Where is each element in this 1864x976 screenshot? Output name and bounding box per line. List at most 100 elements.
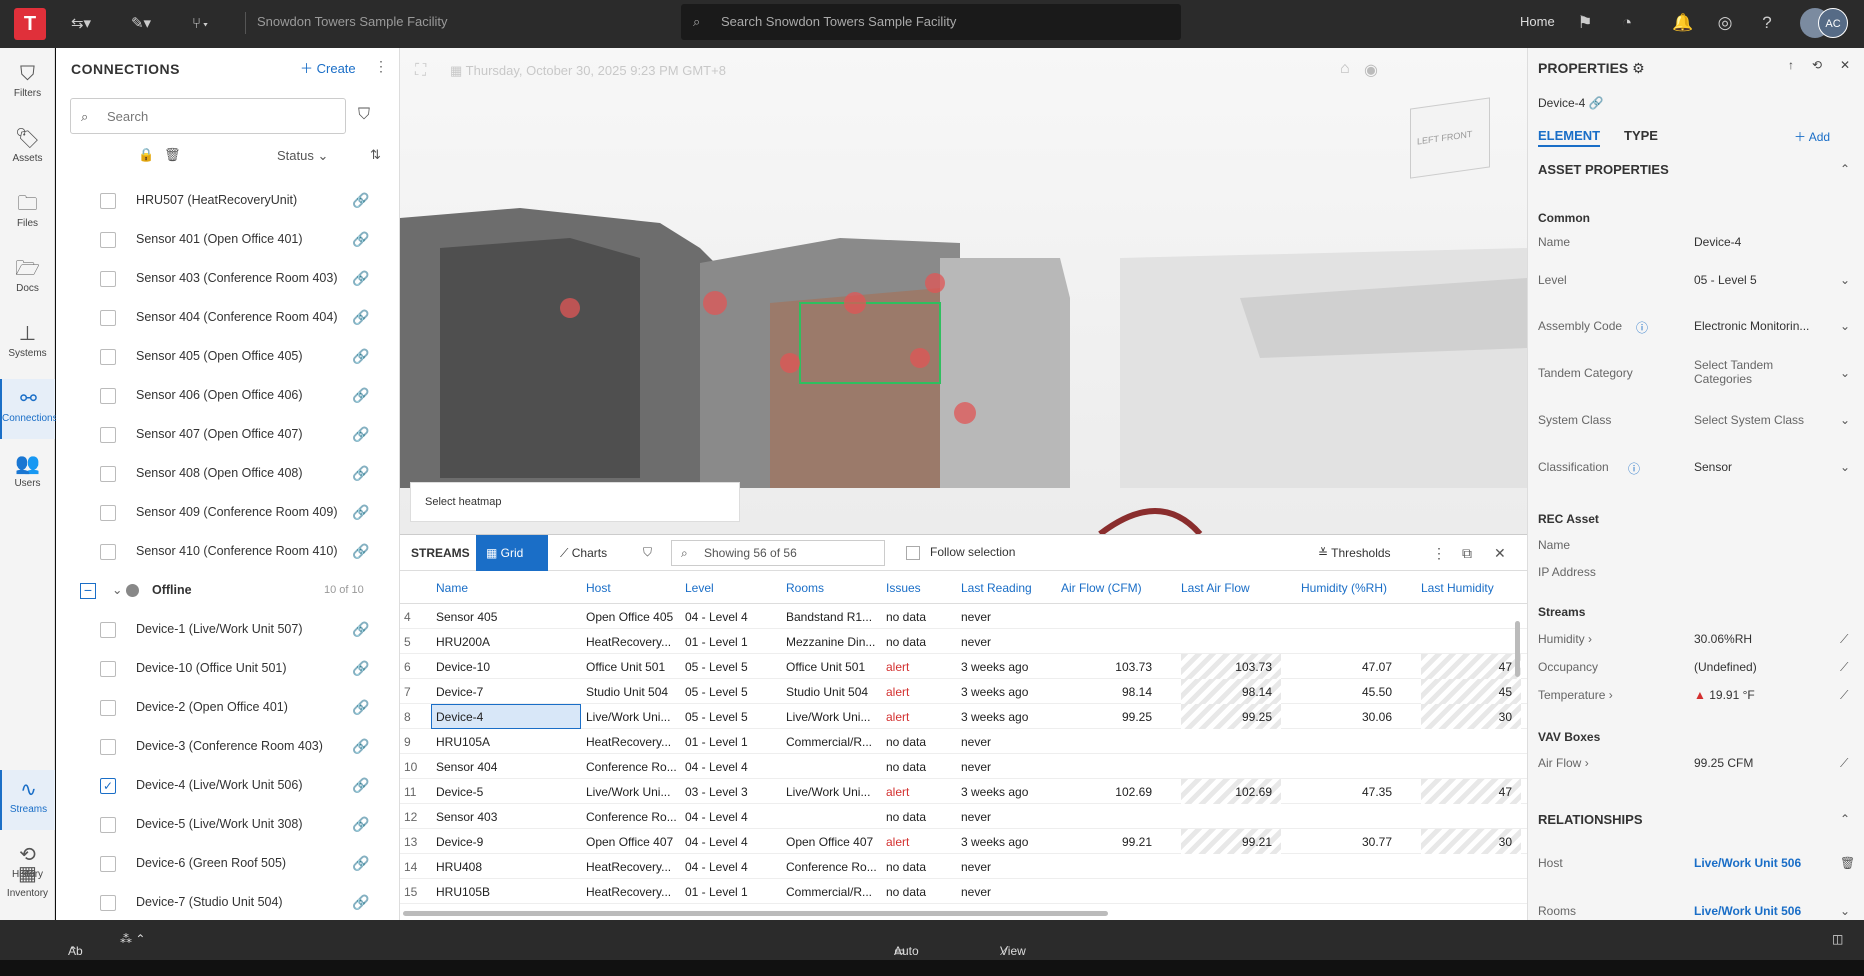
table-row[interactable]: 12 Sensor 403 Conference Ro... 04 - Level 4…	[400, 804, 1527, 829]
notification-icon[interactable]: 🔔	[1670, 10, 1696, 36]
history-icon[interactable]: ⟲	[1812, 58, 1822, 72]
link-icon[interactable]: 🔗	[352, 181, 369, 220]
table-row[interactable]: 11 Device-5 Live/Work Uni... 03 - Level 3 Li…	[400, 779, 1527, 804]
grid-tab[interactable]: ▦ Grid	[476, 535, 548, 571]
tab-element[interactable]: ELEMENT	[1538, 128, 1601, 147]
col-issues[interactable]: Issues	[886, 581, 921, 595]
info-icon[interactable]: ⓘ	[1628, 460, 1640, 477]
table-row[interactable]: 13 Device-9 Open Office 407 04 - Level 4 Ope…	[400, 829, 1527, 854]
tandem-category-value[interactable]: Select Tandem Categories	[1694, 358, 1824, 386]
chart-icon[interactable]: ⟋	[1840, 660, 1848, 675]
checkbox[interactable]	[100, 622, 116, 638]
list-item[interactable]: Sensor 403 (Conference Room 403) 🔗	[56, 259, 386, 298]
col-last-air-flow[interactable]: Last Air Flow	[1181, 581, 1250, 595]
status-dropdown[interactable]: Status ⌄	[277, 148, 328, 164]
nav-docs[interactable]: 🗁 Docs	[0, 249, 55, 309]
checkbox[interactable]	[100, 856, 116, 872]
charts-tab[interactable]: ⟋ Charts	[560, 546, 607, 561]
checkbox[interactable]	[100, 232, 116, 248]
host-link[interactable]: Live/Work Unit 506	[1694, 856, 1801, 870]
col-air-flow[interactable]: Air Flow (CFM)	[1061, 581, 1142, 595]
checkbox[interactable]	[906, 545, 920, 560]
checkbox[interactable]	[100, 505, 116, 521]
markup-tool-icon[interactable]: ✎▾	[124, 12, 158, 36]
tab-type[interactable]: TYPE	[1624, 128, 1658, 143]
checkbox[interactable]	[100, 661, 116, 677]
chevron-down-icon[interactable]: ⌄	[1840, 366, 1850, 380]
checkbox[interactable]	[100, 388, 116, 404]
col-level[interactable]: Level	[685, 581, 714, 595]
help-icon[interactable]: ?	[1754, 10, 1780, 36]
chart-icon[interactable]: ⟋	[1840, 632, 1848, 647]
close-icon[interactable]: ✕	[1840, 58, 1850, 72]
checkbox[interactable]	[100, 544, 116, 560]
list-item[interactable]: ✓ Device-4 (Live/Work Unit 506) 🔗	[56, 766, 386, 805]
col-last-humidity[interactable]: Last Humidity	[1421, 581, 1494, 595]
checkbox[interactable]	[100, 193, 116, 209]
view-cube[interactable]: LEFT FRONT	[1410, 97, 1490, 179]
list-item[interactable]: Device-2 (Open Office 401) 🔗	[56, 688, 386, 727]
table-row[interactable]: 8 Device-4 Live/Work Uni... 05 - Level 5 Liv…	[400, 704, 1527, 729]
list-item[interactable]: Sensor 401 (Open Office 401) 🔗	[56, 220, 386, 259]
settings-icon[interactable]: ⚙	[1632, 60, 1645, 76]
section-tool-icon[interactable]: ⑂▾	[184, 12, 218, 36]
global-search-input[interactable]: ⌕ Search Snowdon Towers Sample Facility	[681, 4, 1181, 40]
list-item[interactable]: Sensor 409 (Conference Room 409) 🔗	[56, 493, 386, 532]
nav-connections[interactable]: ⚯ Connections	[0, 379, 58, 439]
home-view-icon[interactable]: ⌂	[1340, 60, 1350, 78]
chevron-down-icon[interactable]: ⌄	[1840, 904, 1850, 918]
nav-streams[interactable]: ∿ Streams	[0, 770, 55, 830]
classification-value[interactable]: Sensor	[1694, 460, 1732, 474]
link-icon[interactable]: 🔗	[352, 454, 369, 493]
col-humidity[interactable]: Humidity (%RH)	[1301, 581, 1387, 595]
chart-icon[interactable]: ⟋	[1840, 756, 1848, 771]
list-item[interactable]: Device-5 (Live/Work Unit 308) 🔗	[56, 805, 386, 844]
link-icon[interactable]: 🔗	[352, 883, 369, 922]
list-item[interactable]: Sensor 406 (Open Office 406) 🔗	[56, 376, 386, 415]
link-icon[interactable]: 🔗	[352, 532, 369, 571]
link-icon[interactable]: 🔗	[352, 766, 369, 805]
list-item[interactable]: Device-3 (Conference Room 403) 🔗	[56, 727, 386, 766]
streams-search-input[interactable]: ⌕ Showing 56 of 56	[671, 540, 885, 566]
link-icon[interactable]: 🔗	[352, 298, 369, 337]
table-row[interactable]: 10 Sensor 404 Conference Ro... 04 - Level 4…	[400, 754, 1527, 779]
chevron-down-icon[interactable]: ⌄	[112, 571, 122, 610]
select-heatmap[interactable]: Select heatmap	[410, 482, 740, 522]
filter-icon[interactable]: ⛉	[358, 106, 370, 124]
link-icon[interactable]: 🔗	[352, 220, 369, 259]
air-flow-label[interactable]: Air Flow ›	[1538, 756, 1589, 770]
compass-icon[interactable]: ◎	[1712, 10, 1738, 36]
system-class-value[interactable]: Select System Class	[1694, 413, 1804, 427]
link-icon[interactable]: 🔗	[352, 493, 369, 532]
info-icon[interactable]: ⓘ	[1636, 319, 1648, 336]
list-item[interactable]: Sensor 407 (Open Office 407) 🔗	[56, 415, 386, 454]
checkbox[interactable]	[100, 427, 116, 443]
assembly-code-value[interactable]: Electronic Monitorin...	[1694, 319, 1809, 333]
group-checkbox[interactable]: −	[80, 583, 96, 599]
chevron-down-icon[interactable]: ⌄	[1840, 413, 1850, 427]
popout-icon[interactable]: ⧉	[1462, 545, 1472, 562]
link-icon[interactable]: 🔗	[352, 337, 369, 376]
humidity-label[interactable]: Humidity ›	[1538, 632, 1592, 646]
link-icon[interactable]: 🔗	[352, 415, 369, 454]
close-icon[interactable]: ✕	[1494, 545, 1506, 562]
follow-selection-toggle[interactable]: Follow selection	[906, 545, 1015, 560]
link-icon[interactable]: 🔗	[352, 805, 369, 844]
connections-search-input[interactable]: ⌕ Search	[70, 98, 346, 134]
checkbox[interactable]	[100, 700, 116, 716]
col-last-reading[interactable]: Last Reading	[961, 581, 1032, 595]
nav-assets[interactable]: 🏷 Assets	[0, 119, 55, 179]
viewport-timestamp[interactable]: ▦ Thursday, October 30, 2025 9:23 PM GMT…	[450, 63, 726, 79]
facility-name[interactable]: Snowdon Towers Sample Facility	[257, 14, 448, 29]
col-rooms[interactable]: Rooms	[786, 581, 824, 595]
rooms-link[interactable]: Live/Work Unit 506	[1694, 904, 1801, 918]
checkbox-checked[interactable]: ✓	[100, 778, 116, 794]
fullscreen-icon[interactable]: ⛶	[415, 62, 426, 80]
add-button[interactable]: ＋ Add	[1794, 128, 1830, 145]
list-item[interactable]: HRU507 (HeatRecoveryUnit) 🔗	[56, 181, 386, 220]
nav-systems[interactable]: ⊥ Systems	[0, 314, 55, 374]
layers-icon[interactable]: ⁂ ⌃	[120, 932, 145, 946]
create-button[interactable]: ＋ Create	[300, 58, 356, 77]
link-icon[interactable]: 🔗	[352, 376, 369, 415]
camera-icon[interactable]: ◉	[1364, 60, 1378, 80]
